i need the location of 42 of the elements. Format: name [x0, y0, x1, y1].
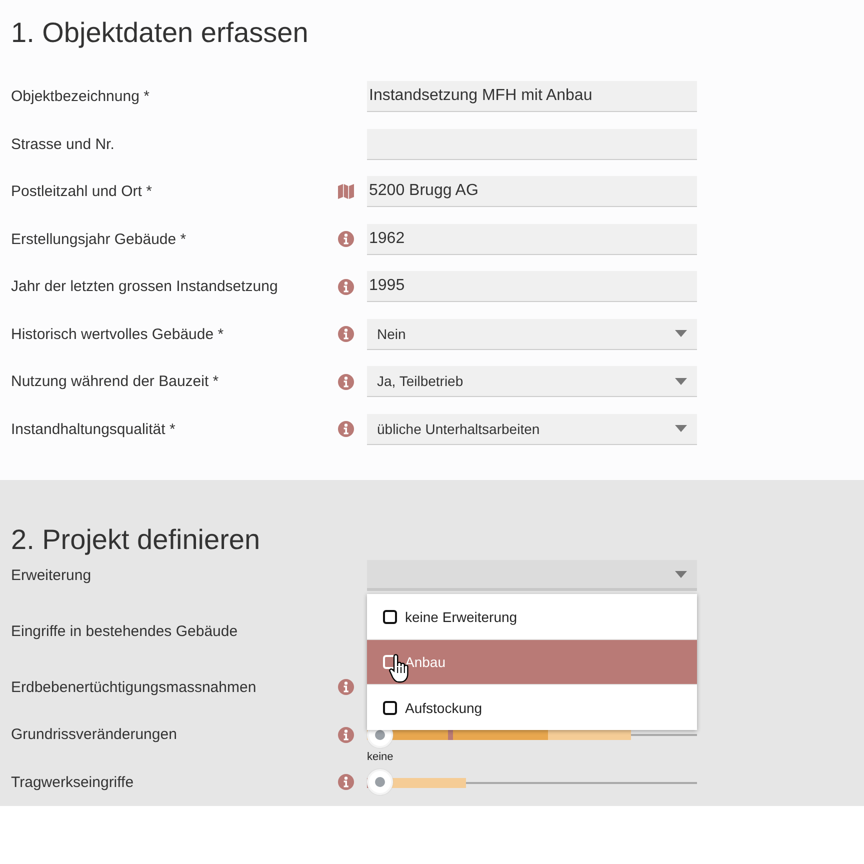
checkbox[interactable] — [383, 610, 397, 624]
field-label: Objektbezeichnung * — [11, 88, 150, 106]
field-label: Eingriffe in bestehendes Gebäude — [11, 623, 238, 640]
dropdown-option[interactable]: keine Erweiterung — [367, 594, 697, 639]
slider-caption: keine — [367, 751, 394, 764]
caret-icon — [675, 330, 687, 338]
dropdown-field[interactable]: übliche Unterhaltsarbeiten — [367, 414, 697, 445]
info-icon[interactable] — [338, 774, 354, 790]
text-field[interactable]: Instandsetzung MFH mit Anbau — [367, 81, 697, 112]
text-field[interactable]: 1995 — [367, 271, 697, 302]
checkbox[interactable] — [383, 700, 397, 714]
slider-thumb[interactable] — [367, 769, 393, 796]
dropdown-field[interactable]: Nein — [367, 318, 697, 350]
section-title: 2. Projekt definieren — [11, 524, 260, 556]
info-icon[interactable] — [338, 421, 354, 438]
field-label: Instandhaltungsqualität * — [11, 420, 176, 438]
field-label: Postleitzahl und Ort * — [11, 183, 152, 200]
info-icon[interactable] — [338, 726, 354, 743]
text-field[interactable]: 1962 — [367, 224, 697, 255]
dropdown-field[interactable]: Ja, Teilbetrieb — [367, 366, 697, 398]
section-title: 1. Objektdaten erfassen — [11, 17, 308, 49]
caret-icon — [675, 425, 687, 432]
field-label: Jahr der letzten grossen Instandsetzung — [11, 278, 278, 296]
field-label: Tragwerkseingriffe — [11, 774, 134, 791]
caret-icon — [675, 570, 687, 578]
info-icon[interactable] — [338, 679, 354, 696]
info-icon[interactable] — [338, 231, 354, 248]
text-field[interactable]: 5200 Brugg AG — [367, 176, 697, 208]
info-icon[interactable] — [338, 374, 354, 390]
dropdown-field[interactable] — [367, 560, 697, 592]
field-label: Historisch wertvolles Gebäude * — [11, 326, 224, 343]
info-icon[interactable] — [338, 326, 354, 342]
field-label: Nutzung während der Bauzeit * — [11, 373, 219, 390]
info-icon[interactable] — [338, 278, 354, 295]
field-label: Grundrissveränderungen — [11, 726, 177, 744]
text-field[interactable] — [367, 128, 697, 160]
map-icon[interactable] — [338, 184, 354, 200]
field-label: Strasse und Nr. — [11, 136, 114, 153]
field-label: Erstellungsjahr Gebäude * — [11, 230, 186, 248]
caret-icon — [675, 378, 687, 385]
field-label: Erweiterung — [11, 567, 92, 584]
field-label: Erdbebenertüchtigungsmassnahmen — [11, 678, 256, 696]
